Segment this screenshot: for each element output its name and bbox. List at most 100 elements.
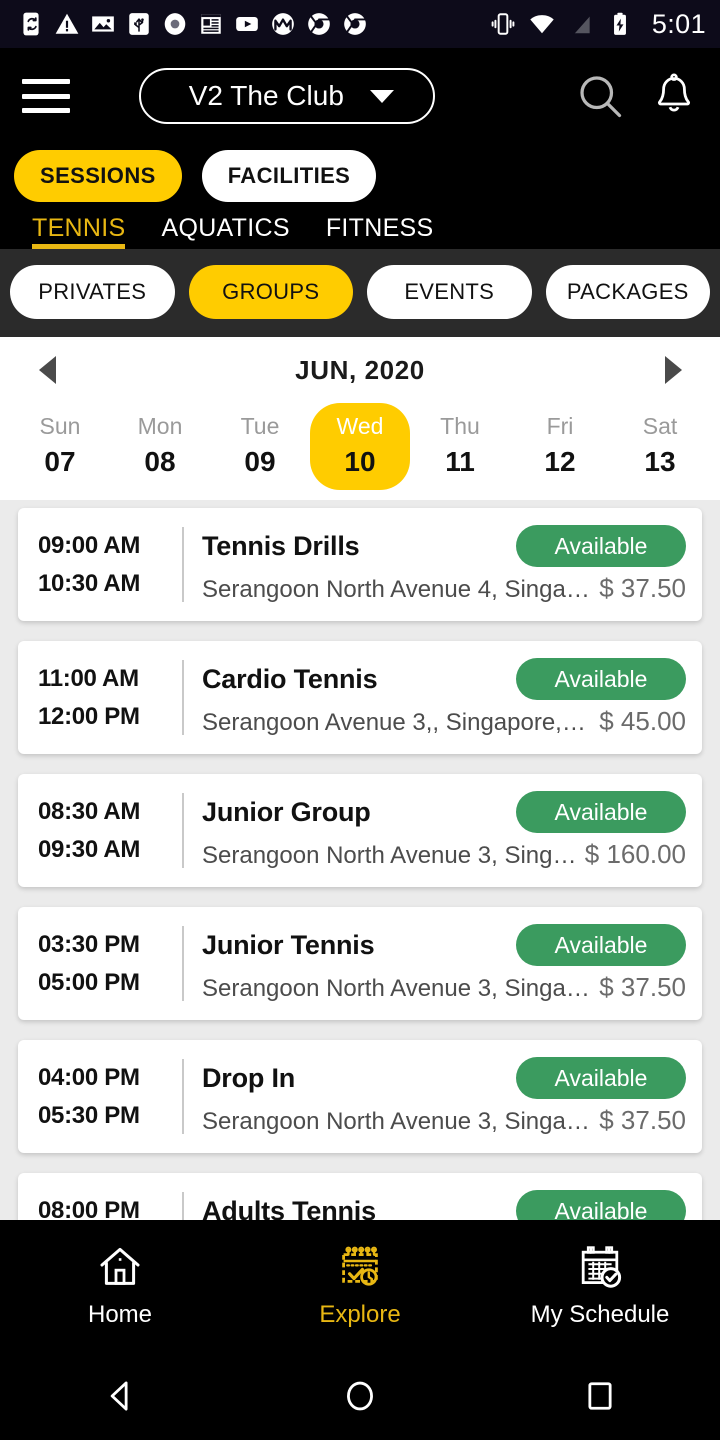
card-divider xyxy=(182,1192,184,1220)
date-cell-11[interactable]: Thu 11 xyxy=(410,403,510,490)
warning-icon xyxy=(55,13,79,34)
session-card[interactable]: 04:00 PM 05:30 PM Drop In Available Sera… xyxy=(18,1040,702,1153)
chevron-left-icon[interactable] xyxy=(28,351,66,389)
category-tabs: TENNIS AQUATICS FITNESS xyxy=(0,202,720,249)
status-badge: Available xyxy=(516,525,686,567)
session-time-column: 04:00 PM 05:30 PM xyxy=(38,1057,178,1136)
date-cell-12[interactable]: Fri 12 xyxy=(510,403,610,490)
status-badge: Available xyxy=(516,1057,686,1099)
session-start-time: 08:30 AM xyxy=(38,797,141,825)
record-icon xyxy=(164,13,186,35)
tab-facilities[interactable]: FACILITIES xyxy=(201,150,377,202)
session-end-time: 05:30 PM xyxy=(38,1101,140,1129)
club-name-label: V2 The Club xyxy=(188,80,344,111)
session-card[interactable]: 08:30 AM 09:30 AM Junior Group Available… xyxy=(18,774,702,887)
session-end-time: 05:00 PM xyxy=(38,968,140,996)
session-card[interactable]: 09:00 AM 10:30 AM Tennis Drills Availabl… xyxy=(18,508,702,621)
back-icon[interactable] xyxy=(0,1375,240,1417)
bottom-navigation: Home Explore My Schedule xyxy=(0,1220,720,1352)
date-number: 13 xyxy=(644,446,676,477)
session-price: $ 37.50 xyxy=(599,573,686,603)
session-detail-row: Serangoon North Avenue 4, Singap… $ 37.5… xyxy=(202,573,686,604)
date-cell-09[interactable]: Tue 09 xyxy=(210,403,310,490)
filter-events[interactable]: EVENTS xyxy=(367,265,532,319)
android-status-bar: 5:01 xyxy=(0,0,720,48)
session-info-column: Adults Tennis Available Serangoon North … xyxy=(202,1190,686,1220)
session-address: Serangoon North Avenue 3, Singap… xyxy=(202,1108,592,1135)
card-divider xyxy=(182,660,184,735)
vibrate-icon xyxy=(491,13,515,35)
filter-groups[interactable]: GROUPS xyxy=(188,265,353,319)
session-price: $ 160.00 xyxy=(584,839,686,869)
session-end-time: 12:00 PM xyxy=(38,702,140,730)
nav-home[interactable]: Home xyxy=(0,1243,240,1329)
session-time-column: 11:00 AM 12:00 PM xyxy=(38,658,178,737)
usb-icon xyxy=(129,13,149,35)
session-card[interactable]: 08:00 PM 09:30 PM Adults Tennis Availabl… xyxy=(18,1173,702,1220)
card-divider xyxy=(182,527,184,602)
calendar-clock-icon xyxy=(342,1246,378,1286)
session-price: $ 37.50 xyxy=(599,1105,686,1135)
search-icon[interactable] xyxy=(574,70,626,122)
phone-screen: 5:01 V2 The Club SESSIONS FACILITIES TEN… xyxy=(0,0,720,1440)
session-title-row: Junior Group Available xyxy=(202,791,686,833)
session-price: $ 45.00 xyxy=(599,706,686,736)
nav-explore[interactable]: Explore xyxy=(240,1243,480,1329)
month-navigation: JUN, 2020 xyxy=(0,337,720,403)
tab-aquatics[interactable]: AQUATICS xyxy=(143,214,307,249)
date-cell-13[interactable]: Sat 13 xyxy=(610,403,710,490)
status-notification-icons xyxy=(18,11,368,37)
header-action-icons xyxy=(574,70,698,122)
date-number: 08 xyxy=(144,446,176,477)
tab-fitness[interactable]: FITNESS xyxy=(308,214,452,249)
filter-privates[interactable]: PRIVATES xyxy=(10,265,175,319)
recents-square-icon[interactable] xyxy=(480,1375,720,1417)
session-address: Serangoon North Avenue 3, Singa… xyxy=(202,842,577,869)
session-info-column: Junior Tennis Available Serangoon North … xyxy=(202,924,686,1003)
status-system-icons: 5:01 xyxy=(490,9,706,40)
bell-icon[interactable] xyxy=(650,72,698,120)
session-time-column: 03:30 PM 05:00 PM xyxy=(38,924,178,1003)
date-cell-10-selected[interactable]: Wed 10 xyxy=(310,403,410,490)
date-number: 10 xyxy=(344,446,376,477)
hamburger-bar-1 xyxy=(22,79,70,84)
session-info-column: Cardio Tennis Available Serangoon Avenue… xyxy=(202,658,686,737)
session-name: Junior Group xyxy=(202,796,371,827)
session-start-time: 04:00 PM xyxy=(38,1063,140,1091)
status-badge: Available xyxy=(516,1190,686,1220)
nav-my-schedule[interactable]: My Schedule xyxy=(480,1243,720,1329)
next-month-triangle xyxy=(664,356,682,384)
filter-packages[interactable]: PACKAGES xyxy=(545,265,710,319)
date-dow: Thu xyxy=(440,413,480,439)
date-cell-08[interactable]: Mon 08 xyxy=(110,403,210,490)
session-name: Adults Tennis xyxy=(202,1195,376,1221)
session-start-time: 11:00 AM xyxy=(38,664,139,692)
club-selector-dropdown[interactable]: V2 The Club xyxy=(139,68,436,124)
chrome-icon xyxy=(308,13,331,35)
session-title-row: Drop In Available xyxy=(202,1057,686,1099)
tab-tennis[interactable]: TENNIS xyxy=(14,214,143,249)
nav-my-schedule-label: My Schedule xyxy=(530,1301,670,1328)
session-card[interactable]: 03:30 PM 05:00 PM Junior Tennis Availabl… xyxy=(18,907,702,1020)
session-address: Serangoon North Avenue 3, Singap… xyxy=(202,975,592,1002)
app-top-row: V2 The Club xyxy=(0,54,720,138)
chrome-icon-2 xyxy=(344,13,367,35)
session-list[interactable]: 09:00 AM 10:30 AM Tennis Drills Availabl… xyxy=(0,500,720,1220)
chevron-right-icon[interactable] xyxy=(654,351,692,389)
session-detail-row: Serangoon North Avenue 3, Singap… $ 37.5… xyxy=(202,972,686,1003)
session-price: $ 37.50 xyxy=(599,972,686,1002)
phone-sync-icon xyxy=(23,12,39,36)
wifi-icon xyxy=(530,15,554,34)
home-circle-icon[interactable] xyxy=(240,1375,480,1417)
android-system-nav xyxy=(0,1352,720,1440)
session-title-row: Junior Tennis Available xyxy=(202,924,686,966)
session-name: Tennis Drills xyxy=(202,530,360,561)
image-icon xyxy=(92,16,114,32)
nav-explore-label: Explore xyxy=(319,1301,401,1328)
session-card[interactable]: 11:00 AM 12:00 PM Cardio Tennis Availabl… xyxy=(18,641,702,754)
hamburger-icon[interactable] xyxy=(22,79,70,113)
session-start-time: 03:30 PM xyxy=(38,930,140,958)
date-cell-07[interactable]: Sun 07 xyxy=(10,403,110,490)
session-end-time: 10:30 AM xyxy=(38,569,141,597)
tab-sessions[interactable]: SESSIONS xyxy=(14,150,182,202)
